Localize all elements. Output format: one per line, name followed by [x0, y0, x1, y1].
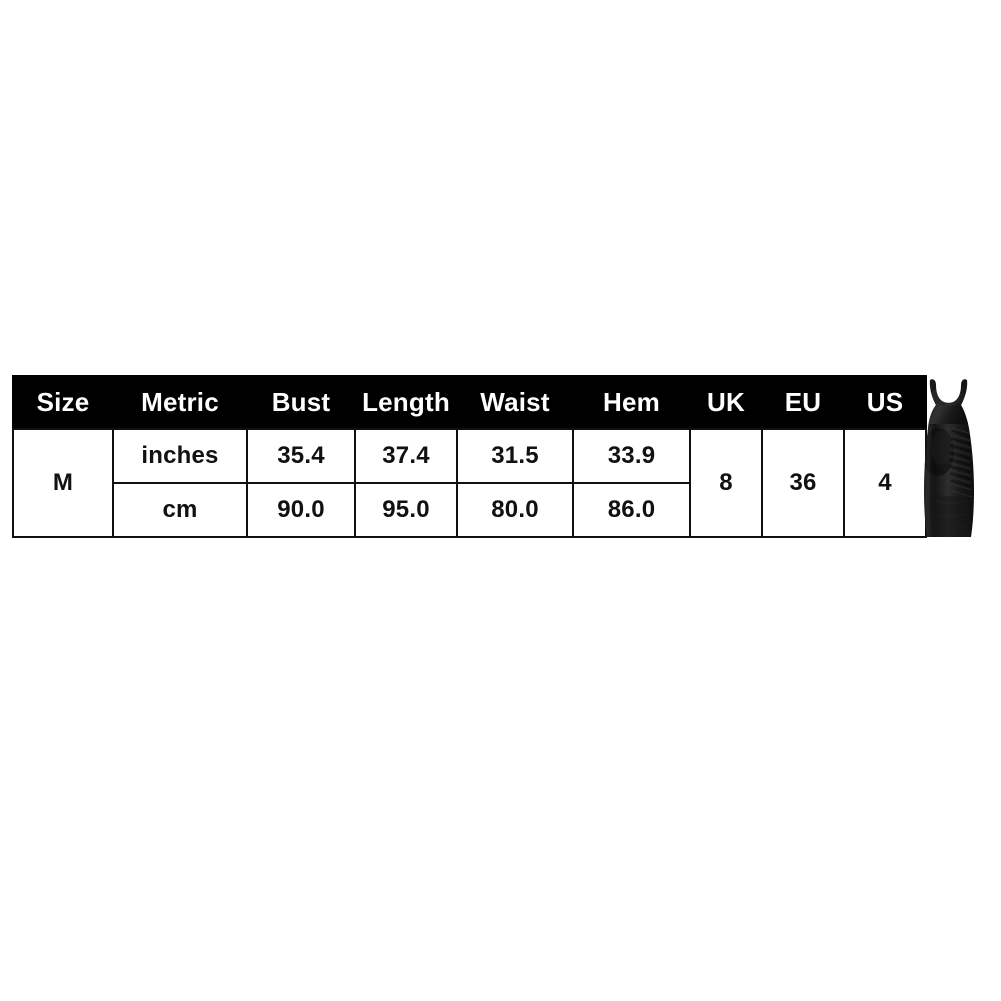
cell-us: 4 [843, 428, 927, 538]
cell-metric-cm: cm [112, 482, 248, 538]
cell-size: M [12, 428, 114, 538]
size-chart-table: Size Metric Bust Length Waist Hem UK EU … [12, 375, 927, 538]
column-header-bust: Bust [246, 375, 356, 430]
table-body: M inches 35.4 37.4 31.5 33.9 8 36 4 cm 9… [12, 428, 927, 538]
column-header-size: Size [12, 375, 114, 430]
table-header: Size Metric Bust Length Waist Hem UK EU … [12, 375, 927, 430]
cell-waist-inches: 31.5 [456, 428, 574, 484]
column-header-metric: Metric [112, 375, 248, 430]
cell-bust-cm: 90.0 [246, 482, 356, 538]
cell-hem-cm: 86.0 [572, 482, 691, 538]
column-header-waist: Waist [456, 375, 574, 430]
column-header-eu: EU [761, 375, 845, 430]
column-header-length: Length [354, 375, 458, 430]
table-header-row: Size Metric Bust Length Waist Hem UK EU … [12, 375, 927, 430]
cell-length-inches: 37.4 [354, 428, 458, 484]
column-header-hem: Hem [572, 375, 691, 430]
cell-eu: 36 [761, 428, 845, 538]
cell-metric-inches: inches [112, 428, 248, 484]
product-dress-image [918, 374, 980, 538]
cell-hem-inches: 33.9 [572, 428, 691, 484]
size-chart: Size Metric Bust Length Waist Hem UK EU … [12, 375, 927, 538]
column-header-uk: UK [689, 375, 763, 430]
cell-uk: 8 [689, 428, 763, 538]
cell-waist-cm: 80.0 [456, 482, 574, 538]
cell-bust-inches: 35.4 [246, 428, 356, 484]
column-header-us: US [843, 375, 927, 430]
table-row-inches: M inches 35.4 37.4 31.5 33.9 8 36 4 [12, 428, 927, 538]
cell-length-cm: 95.0 [354, 482, 458, 538]
